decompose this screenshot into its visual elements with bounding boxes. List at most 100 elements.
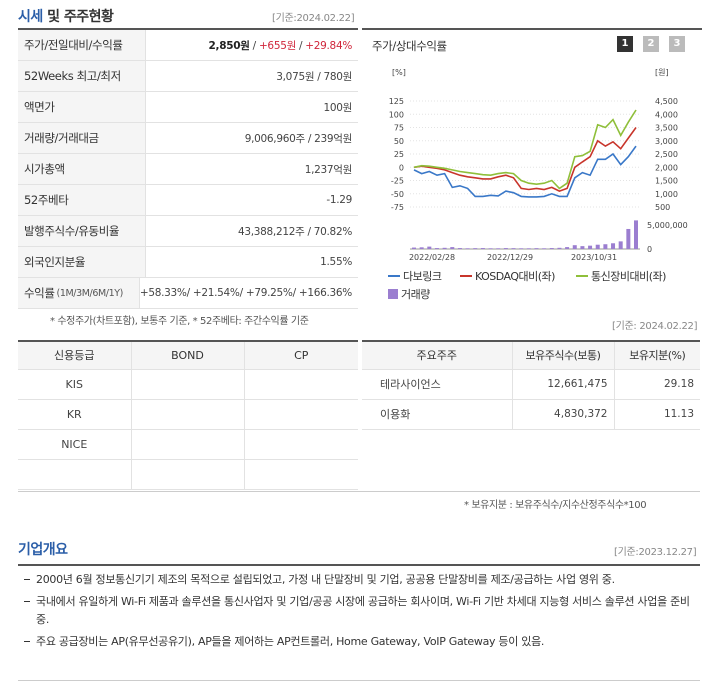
summary-key: 발행주식수/유동비율 [18,216,146,246]
holder-shares: 12,661,475 [512,369,615,400]
volume-bar [419,247,424,249]
overview-bottom-border [18,680,700,681]
summary-value: 1.55% [320,256,352,268]
volume-bar [611,243,616,249]
legend-label: 통신장비대비(좌) [591,270,666,283]
left-axis-tick: -25 [391,177,404,186]
left-axis-tick: 125 [389,97,404,106]
credit-cp [244,369,358,400]
left-axis-tick: 0 [399,163,404,172]
list-item: 주요 공급장비는 AP(유무선공유기), AP들을 제어하는 AP컨트롤러, H… [18,633,700,651]
holders-stamp: [기준: 2024.02.22] [612,321,698,332]
right-axis-tick: 4,000 [655,110,678,119]
summary-row-foreign: 외국인지분율 1.55% [18,247,358,278]
summary-value: 43,388,212주 / 70.82% [237,225,352,238]
volume-bar [412,247,416,249]
volume-bar [496,248,501,249]
volume-bar [557,247,562,249]
summary-row-beta: 52주베타 -1.29 [18,185,358,216]
right-axis-tick: 2,500 [655,150,678,159]
volume-bar [519,248,524,249]
summary-key: 52주베타 [18,185,146,215]
volume-bar [634,220,638,249]
legend-swatch [576,275,588,277]
left-axis-tick: 100 [389,110,404,119]
legend-label: KOSDAQ대비(좌) [475,270,555,283]
price-rate: +29.84% [305,39,352,52]
summary-stamp: [기준:2024.02.22] [272,13,355,24]
holder-ratio: 29.18 [614,369,700,400]
volume-bar [603,244,608,249]
credit-cp [244,399,358,430]
left-axis-tick: 75 [394,124,404,133]
volume-bar [450,247,455,249]
legend-item-s3: 통신장비대비(좌) [576,268,666,284]
volume-bar [503,248,508,249]
legend-swatch [460,275,472,277]
shareholders-table: 주요주주 보유주식수(보통) 보유지분(%) 테라사이언스 12,661,475… [362,340,700,430]
summary-key: 시가총액 [18,154,146,184]
left-axis-tick: -50 [391,190,404,199]
volume-bar [457,248,462,249]
overview-title: 기업개요 [18,542,68,558]
x-axis-tick: 2022/02/28 [409,253,455,262]
current-price: 2,850원 [208,39,250,52]
volume-bar [580,246,585,249]
price-chart: [%] [원] 125 100 75 50 25 0 -25 -50 -75 4,500 4,000… [389,68,688,262]
volume-bar [542,248,547,249]
volume-bar [618,241,623,249]
table-row: KR [18,399,358,430]
legend-swatch [388,275,400,277]
summary-key: 액면가 [18,92,146,122]
credit-bond [131,459,245,490]
credit-header-cp: CP [244,341,358,370]
legend-label: 다보링크 [403,270,442,283]
credit-bond [131,429,245,460]
credit-agency [18,459,132,490]
summary-value: +58.33%/ +21.54%/ +79.25%/ +166.36% [139,287,352,299]
credit-cp [244,429,358,460]
summary-key-sub: (1M/3M/6M/1Y) [56,287,124,299]
volume-bar [488,248,493,249]
holder-shares: 4,830,372 [512,399,615,430]
credit-agency: KR [18,399,132,430]
credit-rating-table: 신용등급 BOND CP KIS KR NICE [18,340,358,490]
legend-item-s2: KOSDAQ대비(좌) [460,268,555,284]
volume-bar [511,248,516,249]
volume-bar [588,245,593,249]
x-axis-tick: 2023/10/31 [571,253,617,262]
credit-cp [244,459,358,490]
section-divider [18,491,700,492]
summary-row-52weeks: 52Weeks 최고/최저 3,075원 / 780원 [18,61,358,92]
list-item: 국내에서 유일하게 Wi-Fi 제품과 솔루션을 통신사업자 및 기업/공공 시… [18,593,700,629]
right-axis-tick: 2,000 [655,163,678,172]
summary-footnote: * 수정주가(차트포함), 보통주 기준, * 52주베타: 주간수익률 기준 [50,316,309,327]
right-axis-tick: 3,000 [655,137,678,146]
credit-header-row: 신용등급 BOND CP [18,341,358,370]
summary-key: 외국인지분율 [18,247,146,277]
summary-value: 2,850원 / +655원 / +29.84% [208,39,353,52]
right-axis-tick: 500 [655,203,670,212]
summary-title-main: 시세 [18,9,43,25]
holders-footnote: * 보유지분 : 보유주식수/지수산정주식수*100 [464,500,647,511]
left-axis-tick: 50 [394,137,404,146]
summary-key: 거래량/거래대금 [18,123,146,153]
summary-row-market-cap: 시가총액 1,237억원 [18,154,358,185]
summary-value: 100원 [323,101,352,114]
holders-header-ratio: 보유지분(%) [614,341,700,370]
overview-stamp: [기준:2023.12.27] [614,547,697,558]
price-summary-table: 주가/전일대비/수익률 2,850원 / +655원 / +29.84% 52W… [18,28,358,309]
credit-bond [131,369,245,400]
credit-header-bond: BOND [131,341,245,370]
left-axis-unit: [%] [392,68,406,77]
right-axis-tick: 3,500 [655,124,678,133]
volume-bar [572,245,577,249]
overview-list: 2000년 6월 정보통신기기 제조의 목적으로 설립되었고, 가정 내 단말장… [18,564,700,655]
volume-bar [465,248,470,249]
summary-row-par-value: 액면가 100원 [18,92,358,123]
legend-item-s1: 다보링크 [388,268,442,284]
left-axis-tick: 25 [394,150,404,159]
x-axis-tick: 2022/12/29 [487,253,533,262]
right-axis-tick: 1,000 [655,190,678,199]
holder-ratio: 11.13 [614,399,700,430]
